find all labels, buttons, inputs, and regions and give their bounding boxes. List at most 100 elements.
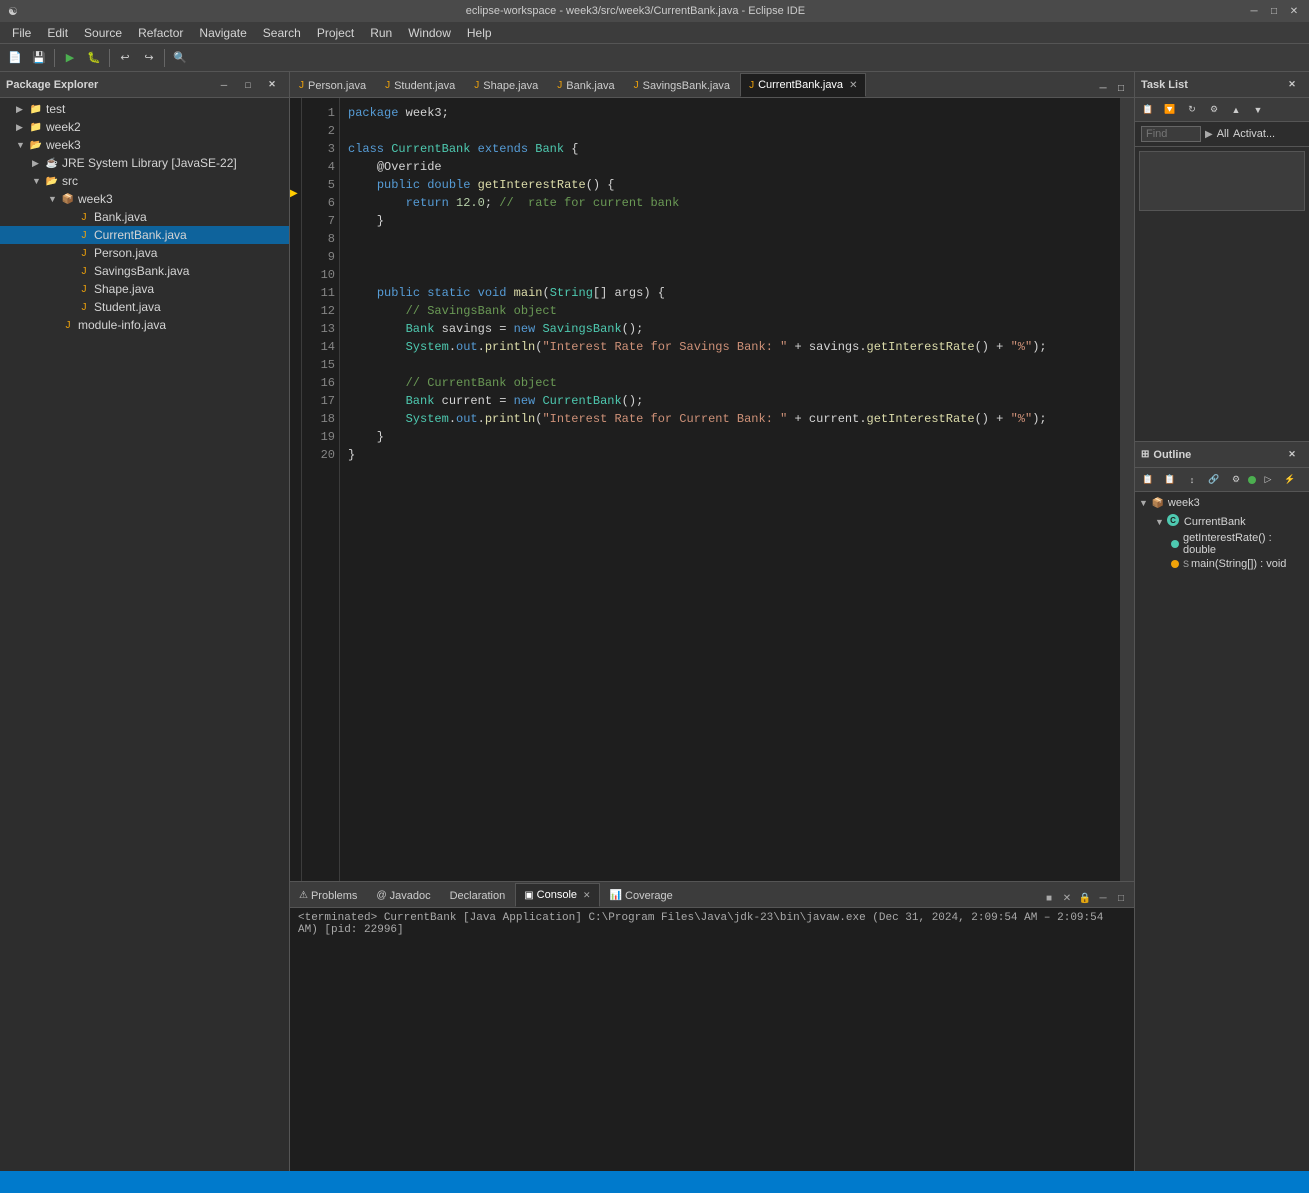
menu-navigate[interactable]: Navigate bbox=[191, 24, 254, 42]
tree-item-shapejava[interactable]: ▶ J Shape.java bbox=[0, 280, 289, 298]
outline-item-getinterestrate[interactable]: getInterestRate() : double bbox=[1135, 531, 1309, 557]
btab-javadoc[interactable]: @ Javadoc bbox=[367, 883, 439, 907]
code-content[interactable]: package week3; class CurrentBank extends… bbox=[340, 98, 1120, 881]
redo-button[interactable]: ↪ bbox=[138, 47, 160, 69]
btab-console[interactable]: ▣ Console ✕ bbox=[515, 883, 599, 907]
btab-problems[interactable]: ⚠ Problems bbox=[290, 883, 366, 907]
tree-arrow-test[interactable]: ▶ bbox=[16, 104, 28, 115]
outline-btn5[interactable]: ⚙ bbox=[1225, 469, 1247, 491]
task-down-btn[interactable]: ▼ bbox=[1247, 99, 1269, 121]
tree-item-week2[interactable]: ▶ 📁 week2 bbox=[0, 118, 289, 136]
tree-arrow-week3[interactable]: ▼ bbox=[16, 140, 28, 150]
tree-arrow-week3pkg[interactable]: ▼ bbox=[48, 194, 60, 204]
tree-item-moduleinfo[interactable]: ▶ J module-info.java bbox=[0, 316, 289, 334]
outline-arrow-week3[interactable]: ▼ bbox=[1139, 498, 1148, 508]
code-editor[interactable]: ▶ 1 2 3 4 5 6 bbox=[290, 98, 1134, 881]
task-find-arrow[interactable]: ▶ bbox=[1205, 129, 1213, 140]
new-button[interactable]: 📄 bbox=[4, 47, 26, 69]
task-new-btn[interactable]: 📋 bbox=[1137, 99, 1159, 121]
tab-currentbankjava[interactable]: J CurrentBank.java ✕ bbox=[740, 73, 866, 97]
bottom-maximize-btn[interactable]: □ bbox=[1112, 889, 1130, 907]
menu-run[interactable]: Run bbox=[362, 24, 400, 42]
task-list-close[interactable]: ✕ bbox=[1281, 74, 1303, 96]
tab-maximize-btn[interactable]: □ bbox=[1112, 79, 1130, 97]
menu-refactor[interactable]: Refactor bbox=[130, 24, 191, 42]
console-clear-btn[interactable]: ✕ bbox=[1058, 889, 1076, 907]
task-find-input[interactable] bbox=[1141, 126, 1201, 142]
outline-item-week3[interactable]: ▼ 📦 week3 bbox=[1135, 494, 1309, 512]
console-lock-btn[interactable]: 🔒 bbox=[1076, 889, 1094, 907]
task-settings-btn[interactable]: ⚙ bbox=[1203, 99, 1225, 121]
btab-coverage[interactable]: 📊 Coverage bbox=[601, 883, 682, 907]
outline-arrow-currentbank[interactable]: ▼ bbox=[1155, 517, 1164, 527]
minimize-button[interactable]: ─ bbox=[1247, 4, 1261, 18]
outline-btn6[interactable]: ▷ bbox=[1257, 469, 1279, 491]
tree-item-jre[interactable]: ▶ ☕ JRE System Library [JavaSE-22] bbox=[0, 154, 289, 172]
task-up-btn[interactable]: ▲ bbox=[1225, 99, 1247, 121]
tab-studentjava[interactable]: J Student.java bbox=[376, 73, 464, 97]
tree-item-src[interactable]: ▼ 📂 src bbox=[0, 172, 289, 190]
search-button[interactable]: 🔍 bbox=[169, 47, 191, 69]
outline-close[interactable]: ✕ bbox=[1281, 444, 1303, 466]
undo-button[interactable]: ↩ bbox=[114, 47, 136, 69]
bottom-tab-bar: ⚠ Problems @ Javadoc Declaration ▣ Conso… bbox=[290, 882, 1134, 908]
pe-close-button[interactable]: ✕ bbox=[261, 74, 283, 96]
tab-minimize-btn[interactable]: ─ bbox=[1094, 79, 1112, 97]
tab-bankjava[interactable]: J Bank.java bbox=[548, 73, 623, 97]
java-icon-moduleinfo: J bbox=[60, 317, 76, 333]
menu-window[interactable]: Window bbox=[400, 24, 459, 42]
tree-item-bankjava[interactable]: ▶ J Bank.java bbox=[0, 208, 289, 226]
btab-close-console[interactable]: ✕ bbox=[583, 890, 591, 901]
tree-item-currentbankjava[interactable]: ▶ J CurrentBank.java bbox=[0, 226, 289, 244]
pe-maximize-button[interactable]: □ bbox=[237, 74, 259, 96]
tree-item-savingsbankjava[interactable]: ▶ J SavingsBank.java bbox=[0, 262, 289, 280]
menu-help[interactable]: Help bbox=[459, 24, 500, 42]
outline-item-main[interactable]: S main(String[]) : void bbox=[1135, 557, 1309, 571]
tree-item-week3[interactable]: ▼ 📂 week3 bbox=[0, 136, 289, 154]
menu-source[interactable]: Source bbox=[76, 24, 130, 42]
console-stop-btn[interactable]: ■ bbox=[1040, 889, 1058, 907]
task-all-label[interactable]: All bbox=[1217, 128, 1229, 140]
outline-btn4[interactable]: 🔗 bbox=[1203, 469, 1225, 491]
outline-btn7[interactable]: ⚡ bbox=[1279, 469, 1301, 491]
bottom-minimize-btn[interactable]: ─ bbox=[1094, 889, 1112, 907]
tree-item-test[interactable]: ▶ 📁 test bbox=[0, 100, 289, 118]
task-filter-btn[interactable]: 🔽 bbox=[1159, 99, 1181, 121]
outline-btn3[interactable]: ↕ bbox=[1181, 469, 1203, 491]
debug-button[interactable]: 🐛 bbox=[83, 47, 105, 69]
tree-arrow-src[interactable]: ▼ bbox=[32, 176, 44, 186]
task-refresh-btn[interactable]: ↻ bbox=[1181, 99, 1203, 121]
save-button[interactable]: 💾 bbox=[28, 47, 50, 69]
java-icon-student: J bbox=[76, 299, 92, 315]
menu-edit[interactable]: Edit bbox=[39, 24, 76, 42]
tree-item-studentjava[interactable]: ▶ J Student.java bbox=[0, 298, 289, 316]
pe-minimize-button[interactable]: ─ bbox=[213, 74, 235, 96]
svg-text:C: C bbox=[1170, 516, 1176, 525]
tree-arrow-week2[interactable]: ▶ bbox=[16, 122, 28, 133]
outline-btn2[interactable]: 📋 bbox=[1159, 469, 1181, 491]
bottom-panel: ⚠ Problems @ Javadoc Declaration ▣ Conso… bbox=[290, 881, 1134, 1171]
tab-personjava[interactable]: J Person.java bbox=[290, 73, 375, 97]
tab-savingsbankjava[interactable]: J SavingsBank.java bbox=[625, 73, 739, 97]
close-button[interactable]: ✕ bbox=[1287, 4, 1301, 18]
task-activate-label[interactable]: Activat... bbox=[1233, 128, 1275, 140]
tree-arrow-jre[interactable]: ▶ bbox=[32, 158, 44, 169]
toolbar-separator-2 bbox=[109, 49, 110, 67]
menu-project[interactable]: Project bbox=[309, 24, 362, 42]
menu-search[interactable]: Search bbox=[255, 24, 309, 42]
btab-declaration[interactable]: Declaration bbox=[441, 883, 515, 907]
package-explorer-title: Package Explorer bbox=[6, 79, 213, 91]
tab-shapejava[interactable]: J Shape.java bbox=[465, 73, 547, 97]
btab-label-declaration: Declaration bbox=[450, 890, 506, 902]
btab-label-javadoc: Javadoc bbox=[390, 890, 431, 902]
editor-scrollbar[interactable] bbox=[1120, 98, 1134, 881]
outline-btn1[interactable]: 📋 bbox=[1137, 469, 1159, 491]
menu-file[interactable]: File bbox=[4, 24, 39, 42]
run-button[interactable]: ▶ bbox=[59, 47, 81, 69]
tree-item-personjava[interactable]: ▶ J Person.java bbox=[0, 244, 289, 262]
tab-close-currentbank[interactable]: ✕ bbox=[849, 80, 857, 91]
outline-item-currentbank[interactable]: ▼ C CurrentBank bbox=[1135, 512, 1309, 531]
maximize-button[interactable]: □ bbox=[1267, 4, 1281, 18]
outline-green-dot bbox=[1248, 476, 1256, 484]
tree-item-week3pkg[interactable]: ▼ 📦 week3 bbox=[0, 190, 289, 208]
